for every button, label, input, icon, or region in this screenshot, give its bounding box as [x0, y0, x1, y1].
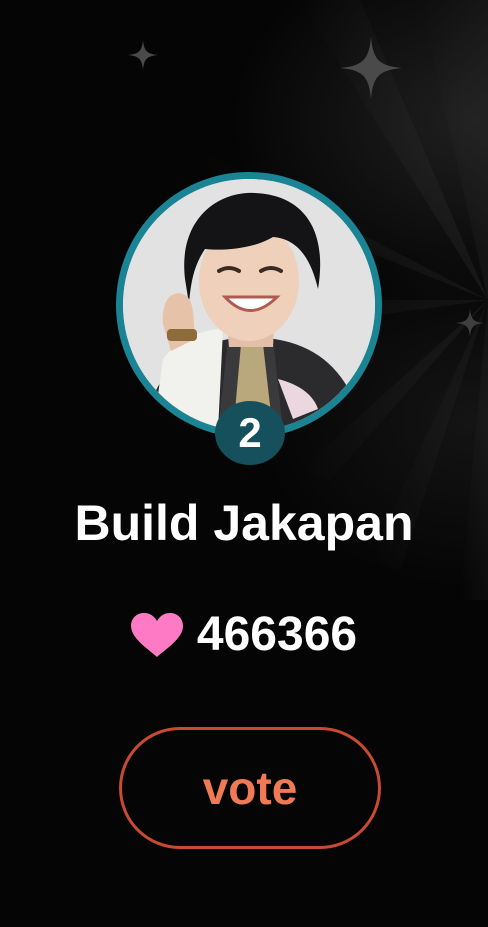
candidate-avatar[interactable] — [123, 179, 375, 431]
candidate-name: Build Jakapan — [74, 495, 414, 551]
rank-badge: 2 — [215, 401, 285, 465]
vote-button[interactable]: vote — [119, 727, 381, 849]
candidate-photo — [123, 179, 375, 431]
sparkle-icon — [128, 40, 158, 70]
sparkle-icon — [456, 309, 484, 337]
sparkle-icon — [340, 37, 402, 99]
candidate-card: 2 Build Jakapan 466366 vote — [0, 0, 488, 927]
vote-count-row: 466366 — [0, 605, 488, 665]
vote-count: 466366 — [196, 608, 358, 661]
heart-icon — [130, 613, 183, 657]
avatar-ring — [116, 172, 382, 438]
